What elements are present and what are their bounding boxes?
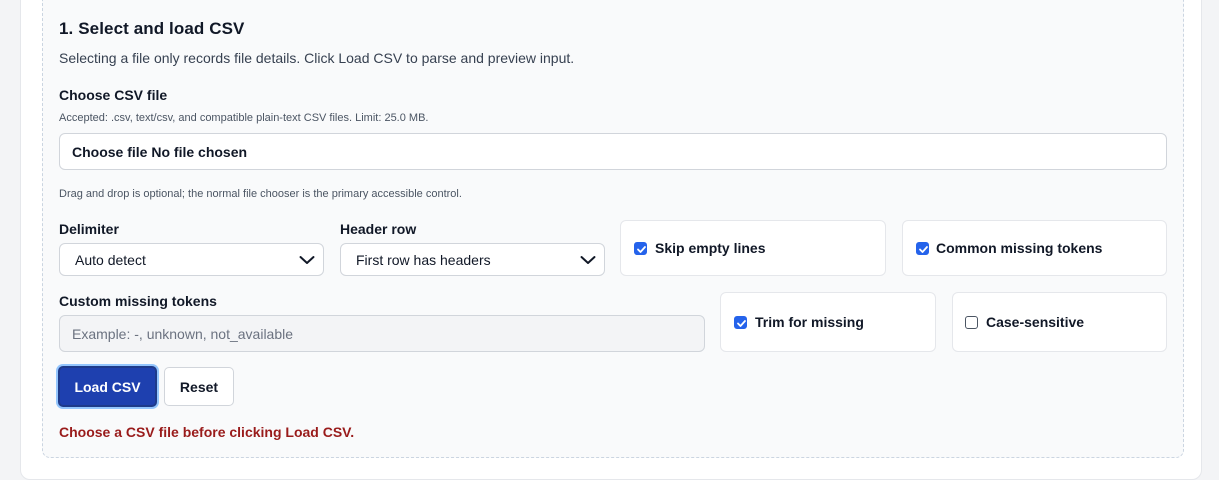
error-message: Choose a CSV file before clicking Load C… (59, 424, 355, 440)
skip-empty-lines-label: Skip empty lines (655, 240, 766, 256)
checkmark-icon (737, 320, 746, 327)
choose-file-button[interactable]: Choose file (72, 144, 147, 160)
header-row-select[interactable]: First row has headers (340, 243, 605, 276)
section-description: Selecting a file only records file detai… (59, 50, 575, 66)
delimiter-label: Delimiter (59, 221, 119, 237)
file-label: Choose CSV file (59, 87, 168, 103)
dragdrop-hint: Drag and drop is optional; the normal fi… (59, 188, 462, 200)
common-missing-tokens-checkbox[interactable] (916, 242, 929, 255)
custom-missing-placeholder: Example: -, unknown, not_available (72, 326, 294, 342)
chevron-down-icon (299, 256, 315, 264)
trim-for-missing-checkbox[interactable] (734, 316, 747, 329)
case-sensitive-option[interactable]: Case-sensitive (952, 292, 1167, 352)
custom-missing-label: Custom missing tokens (59, 293, 217, 309)
skip-empty-lines-option[interactable]: Skip empty lines (620, 220, 886, 276)
load-csv-button[interactable]: Load CSV (58, 366, 157, 407)
case-sensitive-checkbox[interactable] (965, 316, 978, 329)
section-title: 1. Select and load CSV (59, 19, 245, 38)
file-status: No file chosen (151, 144, 248, 160)
file-accepted-hint: Accepted: .csv, text/csv, and compatible… (59, 112, 429, 124)
common-missing-tokens-option[interactable]: Common missing tokens (902, 220, 1167, 276)
skip-empty-lines-checkbox[interactable] (634, 242, 647, 255)
case-sensitive-label: Case-sensitive (986, 314, 1085, 330)
chevron-down-icon (580, 256, 596, 264)
header-row-value: First row has headers (356, 252, 491, 268)
reset-button[interactable]: Reset (164, 367, 234, 406)
delimiter-select[interactable]: Auto detect (59, 243, 324, 276)
checkmark-icon (637, 246, 646, 253)
file-input[interactable]: Choose file No file chosen (59, 133, 1167, 170)
header-row-label: Header row (340, 221, 417, 237)
checkmark-icon (919, 246, 928, 253)
trim-for-missing-option[interactable]: Trim for missing (720, 292, 936, 352)
common-missing-tokens-label: Common missing tokens (936, 240, 1103, 256)
delimiter-value: Auto detect (75, 252, 146, 268)
custom-missing-input[interactable]: Example: -, unknown, not_available (59, 315, 705, 352)
trim-for-missing-label: Trim for missing (755, 314, 864, 330)
